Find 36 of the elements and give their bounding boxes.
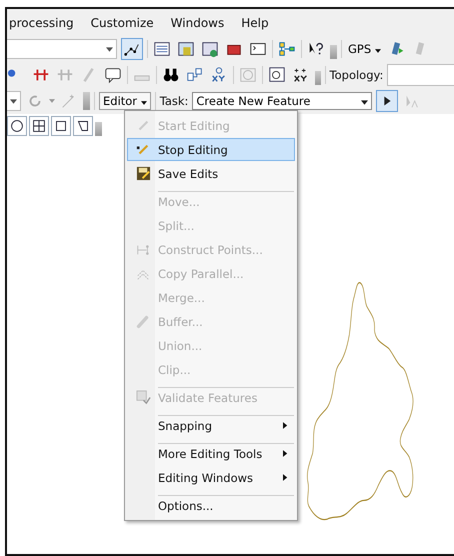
task-dropdown[interactable]: Create New Feature xyxy=(192,92,372,110)
menu-bar-item[interactable]: Help xyxy=(241,16,269,30)
menu-bar-item[interactable]: Windows xyxy=(170,16,224,30)
pointer-icon[interactable] xyxy=(376,90,398,112)
menu-bar-item[interactable]: Customize xyxy=(90,16,154,30)
dropdown-field[interactable] xyxy=(7,91,21,111)
magnifier-window-icon[interactable] xyxy=(266,65,286,85)
menu-item[interactable]: Snapping xyxy=(127,414,295,437)
topology-label: Topology: xyxy=(330,68,384,82)
circle-tool-icon[interactable] xyxy=(7,116,27,136)
edit-vertices-icon[interactable] xyxy=(121,38,143,60)
menu-item[interactable]: Options... xyxy=(127,494,295,517)
task-label: Task: xyxy=(160,94,188,108)
menu-item[interactable]: More Editing Tools xyxy=(127,442,295,465)
editor-menu-button[interactable]: Editor xyxy=(99,92,151,110)
submenu-arrow-icon xyxy=(283,450,288,457)
caret-icon xyxy=(374,49,381,53)
menu-item[interactable]: Editing Windows xyxy=(127,466,295,489)
dropdown-arrow-icon[interactable] xyxy=(361,100,368,105)
square-tool-icon[interactable] xyxy=(51,116,71,136)
points-line-icon xyxy=(136,242,150,256)
pencil-icon xyxy=(136,118,150,132)
gps-button[interactable]: GPS xyxy=(346,42,383,56)
polygon-tool-icon[interactable] xyxy=(73,116,93,136)
pencil-icon xyxy=(136,142,150,156)
dropdown-arrow-icon[interactable] xyxy=(106,47,113,52)
caret-icon xyxy=(140,101,147,105)
topology-field[interactable] xyxy=(387,64,454,86)
menu-item[interactable]: Save Edits xyxy=(127,162,295,185)
validate-check-icon xyxy=(136,390,150,405)
dropdown-arrow-icon[interactable] xyxy=(10,99,17,104)
submenu-arrow-icon xyxy=(283,474,288,481)
menu-bar-item[interactable]: processing xyxy=(9,16,74,30)
menu-item[interactable]: Stop Editing xyxy=(127,138,295,161)
submenu-arrow-icon xyxy=(283,422,288,429)
grid-tool-icon[interactable] xyxy=(29,116,49,136)
